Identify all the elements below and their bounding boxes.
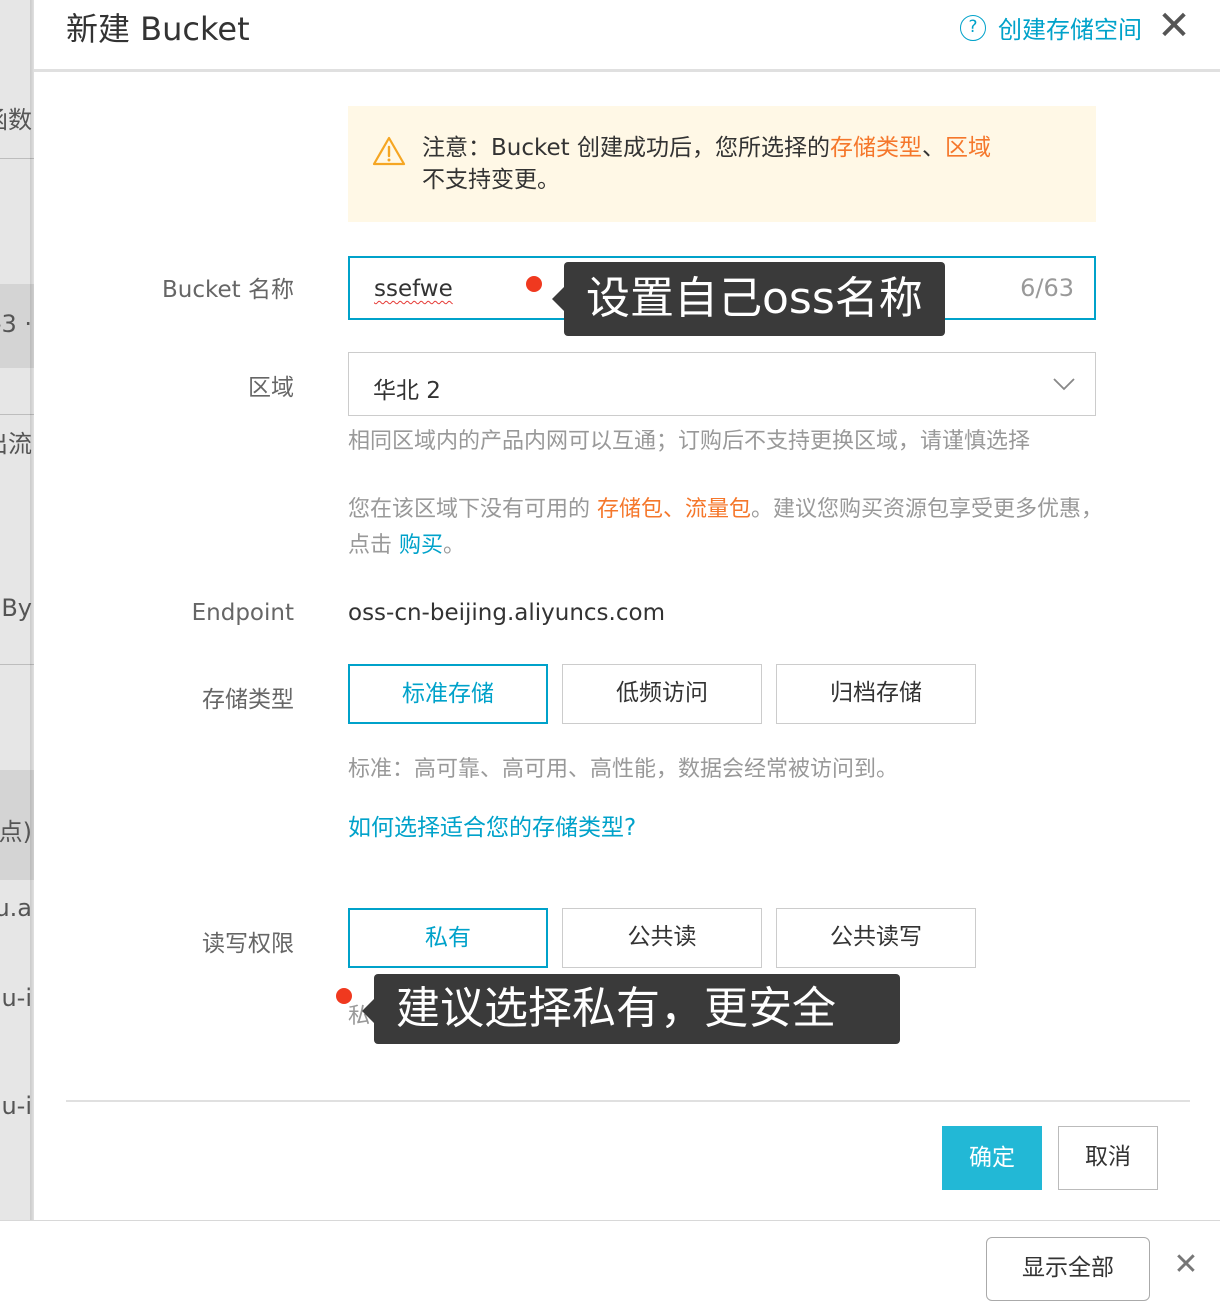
storage-class-standard[interactable]: 标准存储	[348, 664, 548, 724]
bucket-name-value: ssefwe	[374, 276, 453, 302]
bg-text: 函数	[0, 106, 32, 134]
bucket-name-counter: 6/63	[1020, 274, 1074, 302]
notice-banner: 注意：Bucket 创建成功后，您所选择的存储类型、区域 不支持变更。	[348, 106, 1096, 222]
storage-class-label: 存储类型	[202, 687, 294, 713]
confirm-button[interactable]: 确定	[942, 1126, 1042, 1190]
package-prefix: 您在该区域下没有可用的	[348, 497, 597, 522]
bottom-bar: 显示全部 ✕	[0, 1220, 1220, 1308]
bg-text: u.a	[0, 894, 32, 922]
storage-class-archive[interactable]: 归档存储	[776, 664, 976, 724]
region-label: 区域	[248, 375, 294, 401]
annotation-name-tip: 设置自己oss名称	[552, 262, 945, 336]
endpoint-label: Endpoint	[191, 600, 294, 626]
dialog-title: 新建 Bucket	[66, 10, 250, 48]
close-icon[interactable]: ✕	[1154, 6, 1194, 46]
bg-text: u-i	[1, 1092, 32, 1120]
notice-separator: 、	[921, 135, 945, 161]
acl-label: 读写权限	[202, 931, 294, 957]
package-separator: 、	[663, 497, 686, 522]
acl-private[interactable]: 私有	[348, 908, 548, 968]
package-end: 。	[443, 533, 466, 558]
help-link[interactable]: ? 创建存储空间	[960, 10, 1142, 45]
bg-divider	[0, 664, 34, 665]
warning-icon	[372, 136, 406, 166]
footer-divider	[66, 1100, 1190, 1102]
annotation-acl-tip: 建议选择私有，更安全	[362, 974, 900, 1044]
bg-divider	[0, 414, 34, 415]
bg-text: DBy	[0, 594, 32, 622]
bg-text: u-i	[1, 984, 32, 1012]
storage-class-hint: 标准：高可靠、高可用、高性能，数据会经常被访问到。	[348, 757, 899, 782]
region-selected-value: 华北 2	[373, 378, 441, 404]
notice-suffix: 不支持变更。	[422, 167, 560, 193]
notice-region: 区域	[944, 135, 991, 161]
storage-class-infrequent[interactable]: 低频访问	[562, 664, 762, 724]
region-hint: 相同区域内的产品内网可以互通；订购后不支持更换区域，请谨慎选择	[348, 429, 1031, 454]
close-icon[interactable]: ✕	[1170, 1249, 1202, 1281]
notice-storage-type: 存储类型	[829, 135, 922, 161]
resource-package-hint: 您在该区域下没有可用的 存储包、流量包。建议您购买资源包享受更多优惠，点击 购买…	[348, 492, 1108, 564]
dialog-header: 新建 Bucket ? 创建存储空间 ✕	[34, 0, 1220, 72]
annotation-dot	[336, 988, 352, 1004]
bucket-name-label: Bucket 名称	[162, 277, 294, 303]
background-page-strip: 函数 -3 · 出流 DBy 点) u.a u-i u-i	[0, 0, 34, 1220]
bg-text: 点)	[0, 818, 32, 846]
chevron-down-icon	[1053, 378, 1075, 391]
endpoint-value: oss-cn-beijing.aliyuncs.com	[348, 600, 665, 626]
acl-public-read-write[interactable]: 公共读写	[776, 908, 976, 968]
bg-text: 出流	[0, 430, 32, 458]
show-all-button[interactable]: 显示全部	[986, 1237, 1150, 1301]
storage-package-link[interactable]: 存储包	[597, 497, 663, 522]
notice-prefix: 注意：Bucket 创建成功后，您所选择的	[422, 135, 830, 161]
cancel-button[interactable]: 取消	[1058, 1126, 1158, 1190]
help-link-label: 创建存储空间	[998, 16, 1142, 44]
acl-public-read[interactable]: 公共读	[562, 908, 762, 968]
traffic-package-link[interactable]: 流量包	[685, 497, 751, 522]
question-circle-icon: ?	[960, 14, 986, 41]
buy-link[interactable]: 购买	[399, 533, 443, 558]
annotation-dot	[526, 276, 542, 292]
region-select[interactable]: 华北 2	[348, 352, 1096, 416]
notice-text: 注意：Bucket 创建成功后，您所选择的存储类型、区域 不支持变更。	[422, 132, 1082, 196]
bg-text: -3 ·	[0, 310, 32, 338]
storage-class-help-link[interactable]: 如何选择适合您的存储类型?	[348, 808, 636, 842]
bg-divider	[0, 158, 34, 159]
